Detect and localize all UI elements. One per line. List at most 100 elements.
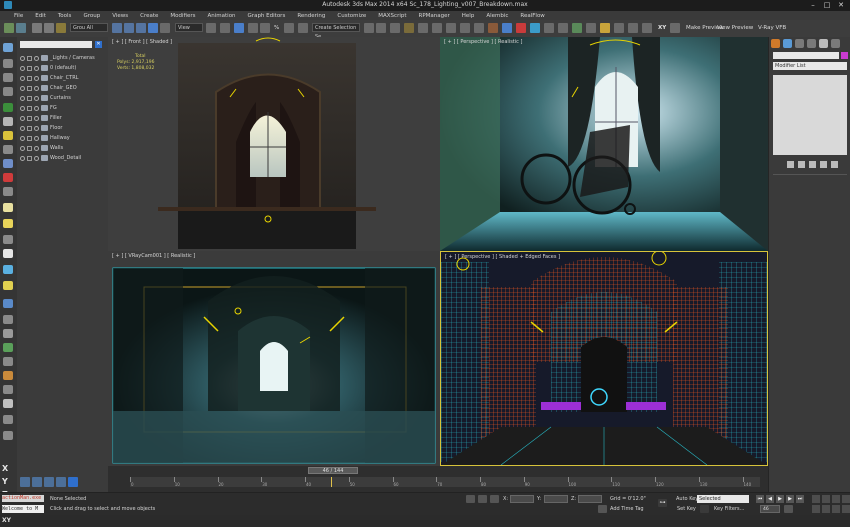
pan-icon[interactable] <box>822 505 830 513</box>
containers-filter-icon[interactable] <box>3 235 13 244</box>
go-to-start-icon[interactable]: ⏮ <box>756 495 764 503</box>
graphite-ribbon-icon[interactable] <box>404 23 414 33</box>
axis-y-button[interactable]: Y <box>2 475 16 488</box>
renderable-icon[interactable] <box>34 125 39 131</box>
viewport-perspective-bottom[interactable]: [ + ] [ Perspective ] [ Shaded + Edged F… <box>440 251 768 466</box>
go-to-end-icon[interactable]: ⏭ <box>796 495 804 503</box>
freeze-icon[interactable] <box>27 155 32 161</box>
explorer-filter-icon[interactable] <box>56 477 66 487</box>
menu-item-alembic[interactable]: Alembic <box>480 13 514 19</box>
key-filters-button[interactable]: Key Filters... <box>714 506 744 512</box>
freeze-icon[interactable] <box>27 55 32 61</box>
object-xrefs-icon[interactable] <box>3 203 13 212</box>
menu-item-modifiers[interactable]: Modifiers <box>164 13 201 19</box>
menu-item-customize[interactable]: Customize <box>331 13 372 19</box>
viewport-label[interactable]: [ + ] [ Perspective ] [ Realistic ] <box>444 39 522 45</box>
lock-selection-icon[interactable] <box>466 495 475 503</box>
vray-sphere-icon[interactable] <box>530 23 540 33</box>
renderable-icon[interactable] <box>34 65 39 71</box>
next-frame-icon[interactable]: ▶ <box>786 495 794 503</box>
select-manipulate-icon[interactable] <box>220 23 230 33</box>
time-tag-icon[interactable] <box>598 505 607 513</box>
renderable-icon[interactable] <box>34 155 39 161</box>
select-and-rotate-icon[interactable] <box>160 23 170 33</box>
auto-key-button[interactable]: Auto Key <box>676 496 698 502</box>
explorer-dropdown-icon[interactable] <box>68 477 78 487</box>
link-tree-icon[interactable] <box>3 343 13 352</box>
menu-item-rendering[interactable]: Rendering <box>291 13 331 19</box>
sun-light-icon[interactable] <box>3 281 13 290</box>
freeze-icon[interactable] <box>27 115 32 121</box>
renderable-icon[interactable] <box>34 85 39 91</box>
schematic-view-icon[interactable] <box>432 23 442 33</box>
rectangular-selection-icon[interactable] <box>136 23 146 33</box>
visibility-icon[interactable] <box>20 135 25 141</box>
layer-row[interactable]: 0 (default) <box>20 63 106 73</box>
renderable-icon[interactable] <box>34 135 39 141</box>
undo-icon[interactable] <box>4 23 14 33</box>
reference-coordinate-dropdown[interactable]: View <box>175 23 203 32</box>
play-icon[interactable]: ▶ <box>776 495 784 503</box>
set-key-button[interactable]: Set Key <box>677 506 696 512</box>
make-unique-icon[interactable] <box>809 161 816 168</box>
layer-row[interactable]: _Lights / Cameras <box>20 53 106 63</box>
visibility-icon[interactable] <box>20 75 25 81</box>
menu-item-help[interactable]: Help <box>456 13 481 19</box>
geometry-filter-icon[interactable] <box>3 103 13 112</box>
bind-spacewarp-icon[interactable] <box>56 23 66 33</box>
explorer-options-icon[interactable] <box>20 477 30 487</box>
edit-named-selection-icon[interactable] <box>298 23 308 33</box>
modify-tab-icon[interactable] <box>783 39 792 48</box>
viewport-label[interactable]: [ + ] [ Perspective ] [ Shaded + Edged F… <box>445 254 560 260</box>
angle-snap-icon[interactable] <box>260 23 270 33</box>
visibility-icon[interactable] <box>20 115 25 121</box>
freeze-icon[interactable] <box>27 65 32 71</box>
layer-row[interactable]: Curtains <box>20 93 106 103</box>
menu-item-rpmanager[interactable]: RPManager <box>413 13 456 19</box>
menu-item-realflow[interactable]: RealFlow <box>514 13 550 19</box>
isolate-selection-icon[interactable] <box>478 495 487 503</box>
display-all-icon[interactable] <box>3 73 13 82</box>
scene-search-input[interactable] <box>20 41 92 48</box>
zoom-extents-icon[interactable] <box>832 495 840 503</box>
viewport-front[interactable]: [ + ] [ Front ] [ Shaded ] Total Polys: … <box>108 37 440 251</box>
helpers-filter-icon[interactable] <box>3 159 13 168</box>
freeze-icon[interactable] <box>27 125 32 131</box>
sort-by-name-icon[interactable] <box>3 299 13 308</box>
invert-display-icon[interactable] <box>3 87 13 96</box>
visibility-icon[interactable] <box>20 145 25 151</box>
orbit-icon[interactable] <box>832 505 840 513</box>
modifier-list-dropdown[interactable]: Modifier List <box>773 62 847 70</box>
hidden-filter-icon[interactable] <box>3 265 13 274</box>
freeze-icon[interactable] <box>27 105 32 111</box>
visibility-icon[interactable] <box>20 95 25 101</box>
vray-plane-icon[interactable] <box>572 23 582 33</box>
modifiers-view-icon[interactable] <box>3 385 13 394</box>
vray-mesh-export-icon[interactable] <box>614 23 624 33</box>
boxes-grid-icon[interactable] <box>3 415 13 424</box>
absolute-mode-icon[interactable] <box>490 495 499 503</box>
bones-filter-icon[interactable] <box>3 219 13 228</box>
cameras-filter-icon[interactable] <box>3 145 13 154</box>
layers-view-icon[interactable] <box>3 329 13 338</box>
redo-icon[interactable] <box>16 23 26 33</box>
array-icon[interactable] <box>3 431 13 440</box>
close-icon[interactable]: ✕ <box>95 41 102 48</box>
time-configuration-icon[interactable] <box>784 505 793 513</box>
renderable-icon[interactable] <box>34 55 39 61</box>
keyboard-shortcut-override-icon[interactable] <box>234 23 244 33</box>
menu-item-views[interactable]: Views <box>106 13 134 19</box>
x-coord-field[interactable] <box>510 495 534 503</box>
display-none-icon[interactable] <box>3 59 13 68</box>
selection-sets-icon[interactable] <box>3 357 13 366</box>
spacewarps-filter-icon[interactable] <box>3 173 13 182</box>
vray-sun-icon[interactable] <box>600 23 610 33</box>
visibility-icon[interactable] <box>20 55 25 61</box>
menu-item-maxscript[interactable]: MAXScript <box>372 13 412 19</box>
maxscript-mini-listener[interactable]: Welcome to M <box>2 505 44 513</box>
vray-proxy-icon[interactable] <box>544 23 554 33</box>
select-object-icon[interactable] <box>112 23 122 33</box>
renderable-icon[interactable] <box>34 145 39 151</box>
renderable-icon[interactable] <box>34 105 39 111</box>
utilities-tab-icon[interactable] <box>831 39 840 48</box>
